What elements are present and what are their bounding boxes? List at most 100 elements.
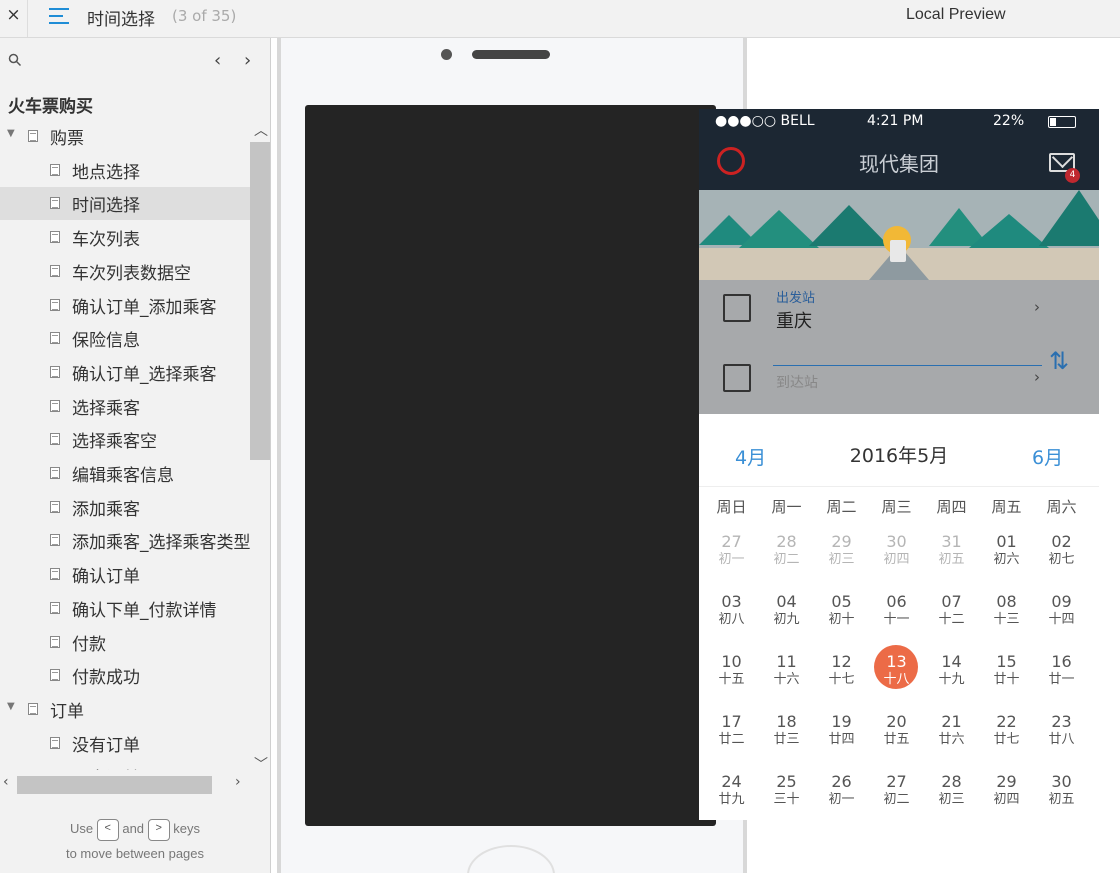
calendar-picker: 4月 2016年5月 6月 周日 周一 周二 周三 周四 周五 周六 27 初一 28 初二 29 初三…: [699, 414, 1099, 820]
lunar-date: 初一: [718, 552, 745, 567]
prev-page-button[interactable]: ‹: [214, 50, 221, 71]
expand-icon[interactable]: ▼: [7, 128, 15, 139]
tree-folder[interactable]: ▼ 订单: [0, 693, 250, 726]
tree-page[interactable]: 付款成功: [0, 659, 250, 692]
day-cell[interactable]: 10 十五: [704, 652, 759, 704]
sidebar: ‹ › 火车票购买 ▼ 购票 地点选择 时间选择 车次列表 车次列表数据空 确认订单_添加乘…: [0, 38, 271, 873]
from-value: 重庆: [776, 311, 812, 332]
day-cell[interactable]: 08 十三: [979, 592, 1034, 644]
day-cell[interactable]: 26 初一: [814, 772, 869, 820]
page-icon: [50, 433, 60, 446]
selected-day-cell[interactable]: 13 十八: [869, 645, 924, 704]
next-month-button[interactable]: 6月: [1032, 443, 1063, 470]
vertical-scrollbar[interactable]: ︿ ﹀: [250, 120, 270, 820]
day-cell[interactable]: 20 廿五: [869, 712, 924, 764]
scroll-thumb[interactable]: [250, 142, 270, 460]
day-number: 19: [831, 712, 852, 731]
tree-label: 添加乘客_选择乘客类型: [72, 533, 250, 554]
lunar-date: 廿五: [883, 732, 910, 747]
lunar-date: 廿二: [718, 732, 745, 747]
tree-page[interactable]: 选择乘客空: [0, 423, 250, 456]
tree-page[interactable]: 车次列表数据空: [0, 255, 250, 288]
day-cell[interactable]: 09 十四: [1034, 592, 1089, 644]
lunar-date: 初十: [828, 612, 855, 627]
swap-icon[interactable]: ⇅: [1049, 347, 1069, 375]
day-cell[interactable]: 14 十九: [924, 652, 979, 704]
day-cell[interactable]: 07 十二: [924, 592, 979, 644]
weekday-label: 周五: [991, 498, 1022, 516]
tree-page[interactable]: 选择乘客: [0, 390, 250, 423]
day-cell[interactable]: 22 廿七: [979, 712, 1034, 764]
day-cell[interactable]: 02 初七: [1034, 532, 1089, 584]
tree-page[interactable]: 车次列表: [0, 221, 250, 254]
day-number: 04: [776, 592, 797, 611]
tree-page[interactable]: 保险信息: [0, 322, 250, 355]
tree-page[interactable]: 确认下单_付款详情: [0, 592, 250, 625]
scroll-up-icon[interactable]: ︿: [254, 120, 268, 140]
search-icon[interactable]: [8, 53, 22, 67]
page-tree: ▼ 购票 地点选择时间选择车次列表车次列表数据空 确认订单_添加乘客 保险信息 确认订单_…: [0, 120, 250, 770]
scroll-right-icon[interactable]: ›: [235, 774, 241, 790]
day-cell[interactable]: 28 初三: [924, 772, 979, 820]
expand-icon[interactable]: ▼: [7, 701, 15, 712]
day-cell[interactable]: 18 廿三: [759, 712, 814, 764]
day-cell[interactable]: 27 初二: [869, 772, 924, 820]
tree-label: 时间选择: [72, 196, 140, 217]
next-page-button[interactable]: ›: [244, 50, 251, 71]
lunar-date: 初八: [718, 612, 745, 627]
tree-page[interactable]: 添加乘客: [0, 491, 250, 524]
tree-label: 车次列表: [72, 230, 140, 251]
day-cell[interactable]: 11 十六: [759, 652, 814, 704]
day-cell[interactable]: 12 十七: [814, 652, 869, 704]
next-key: >: [147, 818, 170, 841]
tree-page[interactable]: 添加乘客_选择乘客类型: [0, 524, 250, 557]
tree-folder[interactable]: ▼ 购票: [0, 120, 250, 153]
from-station-row[interactable]: 出发站 重庆 ›: [699, 280, 1099, 336]
phone-camera: [441, 49, 452, 60]
tree-page[interactable]: 历史订单: [0, 760, 250, 770]
day-cell[interactable]: 15 廿十: [979, 652, 1034, 704]
day-number: 13: [886, 652, 907, 671]
tree-page[interactable]: 付款: [0, 626, 250, 659]
day-cell[interactable]: 17 廿二: [704, 712, 759, 764]
day-cell[interactable]: 30 初五: [1034, 772, 1089, 820]
lunar-date: 三十: [773, 792, 800, 807]
tree-page[interactable]: 没有订单: [0, 727, 250, 760]
tree-page[interactable]: 编辑乘客信息: [0, 457, 250, 490]
day-number: 10: [721, 652, 742, 671]
scroll-down-icon[interactable]: ﹀: [254, 754, 268, 774]
tree-label: 付款: [72, 634, 106, 655]
page-count: (3 of 35): [172, 7, 237, 25]
day-cell[interactable]: 01 初六: [979, 532, 1034, 584]
horizontal-scrollbar[interactable]: ‹ ›: [0, 774, 250, 796]
day-cell[interactable]: 21 廿六: [924, 712, 979, 764]
weekday-label: 周日: [716, 498, 747, 516]
h-scroll-thumb[interactable]: [17, 776, 212, 794]
tree-page[interactable]: 确认订单_选择乘客: [0, 356, 250, 389]
preview-label: Local Preview: [906, 6, 1006, 23]
to-station-row[interactable]: 到达站 ›: [699, 350, 1099, 406]
tree-page[interactable]: 时间选择: [0, 187, 250, 221]
day-cell[interactable]: 04 初九: [759, 592, 814, 644]
lunar-date: 初二: [883, 792, 910, 807]
close-button[interactable]: ×: [0, 0, 28, 37]
mail-badge: 4: [1065, 168, 1080, 183]
phone-screen: [305, 105, 716, 826]
day-cell: 30 初四: [869, 532, 924, 584]
day-cell[interactable]: 25 三十: [759, 772, 814, 820]
tree-page[interactable]: 地点选择: [0, 154, 250, 187]
day-cell[interactable]: 24 廿九: [704, 772, 759, 820]
day-cell[interactable]: 05 初十: [814, 592, 869, 644]
day-cell[interactable]: 16 廿一: [1034, 652, 1089, 704]
day-cell[interactable]: 19 廿四: [814, 712, 869, 764]
scroll-left-icon[interactable]: ‹: [3, 774, 9, 790]
day-cell[interactable]: 23 廿八: [1034, 712, 1089, 764]
menu-icon[interactable]: [49, 5, 71, 27]
tree-page[interactable]: 确认订单_添加乘客: [0, 289, 250, 322]
day-cell[interactable]: 29 初四: [979, 772, 1034, 820]
day-cell[interactable]: 03 初八: [704, 592, 759, 644]
lunar-date: 初四: [883, 552, 910, 567]
day-cell[interactable]: 06 十一: [869, 592, 924, 644]
day-number: 07: [941, 592, 962, 611]
tree-page[interactable]: 确认订单: [0, 558, 250, 591]
